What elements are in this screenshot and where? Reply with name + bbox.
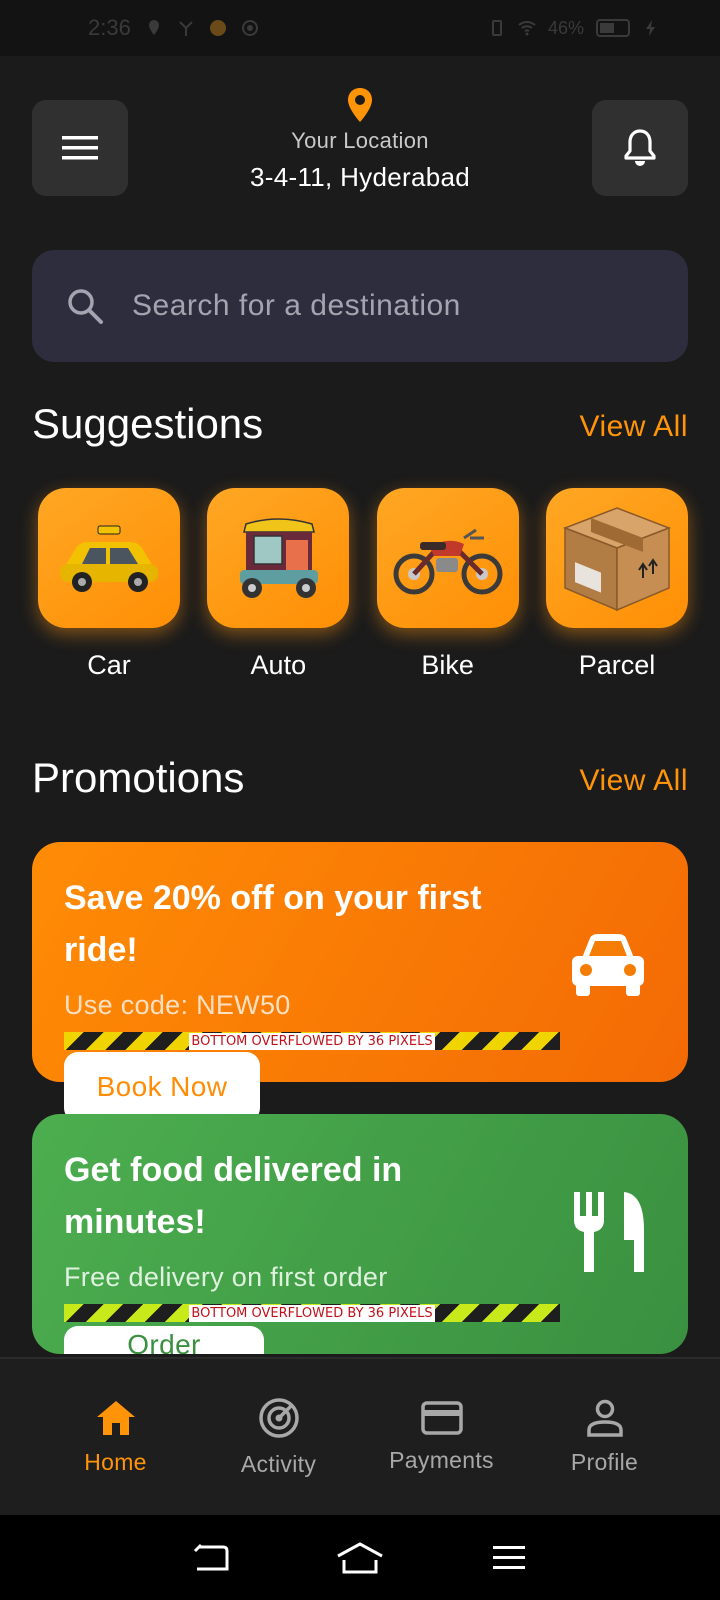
status-bar: 2:36 46% xyxy=(0,0,720,56)
nav-item-payments[interactable]: Payments xyxy=(367,1400,517,1474)
home-icon xyxy=(96,1400,135,1435)
vibrate-icon xyxy=(491,20,502,36)
location-status-icon xyxy=(148,20,159,35)
taxi-car-icon xyxy=(60,525,158,592)
suggestion-tile[interactable] xyxy=(545,488,688,628)
suggestion-tile[interactable] xyxy=(207,488,350,628)
nav-label: Profile xyxy=(570,1448,639,1475)
home-gesture-icon[interactable] xyxy=(336,1541,384,1574)
nav-label: Activity xyxy=(240,1450,317,1477)
promo-title: Get food delivered in minutes! xyxy=(64,1151,403,1241)
nav-label: Payments xyxy=(389,1446,494,1473)
nav-item-activity[interactable]: Activity xyxy=(204,1397,354,1478)
suggestion-car[interactable]: Car xyxy=(38,488,180,681)
suggestions-title: Suggestions xyxy=(32,400,264,447)
order-now-button[interactable]: Order Now xyxy=(64,1326,264,1354)
hamburger-menu-icon xyxy=(62,136,98,160)
bottom-navigation: Home Activity Payments Profile xyxy=(0,1357,720,1515)
overflow-warning-text: BOTTOM OVERFLOWED BY 36 PIXELS xyxy=(189,1304,435,1322)
credit-card-icon xyxy=(420,1400,463,1435)
nav-item-profile[interactable]: Profile xyxy=(530,1399,680,1476)
motorbike-icon xyxy=(393,528,503,595)
suggestion-label: Auto xyxy=(250,650,307,680)
suggestions-view-all-link[interactable]: View All xyxy=(579,410,688,444)
search-bar[interactable] xyxy=(32,250,688,362)
promo-card-ride[interactable]: Save 20% off on your first ride! Use cod… xyxy=(32,842,688,1122)
overflow-warning-strip: BOTTOM OVERFLOWED BY 36 PIXELS xyxy=(64,1032,560,1050)
car-icon xyxy=(572,934,644,996)
search-input[interactable] xyxy=(132,289,652,323)
location-pin-icon xyxy=(348,88,372,122)
status-time: 2:36 xyxy=(88,15,131,40)
promo-card-food[interactable]: Get food delivered in minutes! Free deli… xyxy=(32,1114,688,1354)
home-screen: 2:36 46% Your Location 3-4-11, Hyderabad xyxy=(0,0,720,1600)
parcel-box-icon xyxy=(562,507,672,612)
promo-subtitle: Use code: NEW50 xyxy=(64,990,291,1020)
location-label: Your Location xyxy=(291,128,429,153)
back-icon[interactable] xyxy=(193,1543,229,1573)
restaurant-icon xyxy=(574,1192,644,1272)
suggestions-list: Car Auto Bike Parcel xyxy=(38,488,688,681)
suggestion-label: Parcel xyxy=(578,650,656,680)
suggestion-label: Car xyxy=(87,650,131,680)
suggestion-label: Bike xyxy=(421,650,474,680)
promo-title: Save 20% off on your first ride! xyxy=(64,879,482,969)
location-selector[interactable]: Your Location 3-4-11, Hyderabad xyxy=(160,88,560,193)
promotions-view-all-link[interactable]: View All xyxy=(579,764,688,798)
charging-icon xyxy=(646,20,655,36)
signal-status-icon xyxy=(179,21,193,36)
bell-icon xyxy=(624,129,656,166)
suggestion-auto[interactable]: Auto xyxy=(207,488,350,681)
suggestion-parcel[interactable]: Parcel xyxy=(545,488,688,681)
search-icon xyxy=(68,289,103,324)
system-navigation-bar xyxy=(0,1515,720,1600)
promotions-title: Promotions xyxy=(32,754,245,801)
overflow-warning-text: BOTTOM OVERFLOWED BY 36 PIXELS xyxy=(189,1032,435,1050)
record-status-icon xyxy=(241,20,258,36)
app-status-icon xyxy=(209,20,226,36)
book-now-button[interactable]: Book Now xyxy=(64,1052,260,1122)
overflow-warning-strip: BOTTOM OVERFLOWED BY 36 PIXELS xyxy=(64,1304,560,1322)
suggestion-tile[interactable] xyxy=(38,488,180,628)
promo-subtitle: Free delivery on first order xyxy=(64,1262,388,1292)
person-icon xyxy=(586,1399,623,1437)
recents-icon[interactable] xyxy=(491,1544,527,1572)
suggestion-tile[interactable] xyxy=(376,488,519,628)
activity-icon xyxy=(258,1397,299,1438)
wifi-icon xyxy=(518,21,536,36)
battery-percent: 46% xyxy=(547,17,584,38)
suggestion-bike[interactable]: Bike xyxy=(376,488,519,681)
notifications-button[interactable] xyxy=(592,100,688,196)
menu-button[interactable] xyxy=(32,100,128,196)
nav-item-home[interactable]: Home xyxy=(41,1399,191,1476)
nav-label: Home xyxy=(84,1448,147,1475)
location-value: 3-4-11, Hyderabad xyxy=(250,162,470,192)
battery-icon xyxy=(596,19,630,37)
auto-rickshaw-icon xyxy=(240,518,319,598)
